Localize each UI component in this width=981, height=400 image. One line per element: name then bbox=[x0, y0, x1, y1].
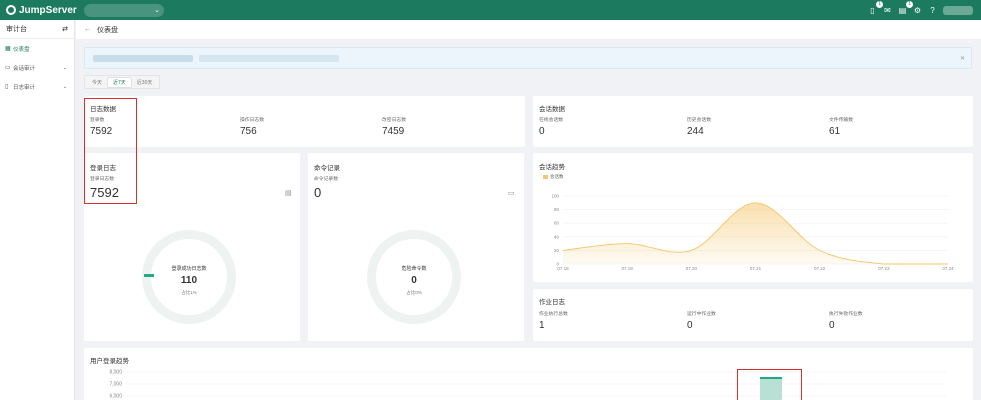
session-icon: ▭ bbox=[5, 65, 11, 71]
user-login-trend-card: 用户登录趋势 8,000 7,000 6,000 bbox=[84, 348, 973, 400]
stat-label: 作业执行总数 bbox=[539, 312, 568, 317]
log-data-card: 日志数据 登录数 7592 操作日志数 756 改密日志数 7459 bbox=[84, 96, 525, 147]
login-donut-chart: 登录成功日志数 110 占比1% bbox=[142, 230, 236, 324]
terminal-icon: ▭ bbox=[508, 190, 515, 197]
document-icon: ▤ bbox=[285, 190, 292, 197]
tab-7-days[interactable]: 近7天 bbox=[107, 76, 132, 88]
session-trend-chart: 10080604020007.18 07.19 07.20 07.21 07.22 07.… bbox=[551, 194, 954, 272]
series-area-session-count bbox=[563, 202, 948, 264]
donut-label: 登录成功日志数 bbox=[171, 266, 207, 272]
card-title: 命令记录 bbox=[314, 165, 340, 172]
ticket-badge: 1 bbox=[906, 0, 913, 8]
command-donut-chart: 危险命令数 0 占比0% bbox=[367, 230, 461, 324]
org-selector[interactable]: ⌄ bbox=[84, 3, 164, 17]
donut-value: 110 bbox=[180, 275, 198, 286]
mail-icon[interactable]: ✉ bbox=[883, 6, 892, 15]
stat-label: 文件传输数 bbox=[829, 118, 853, 123]
ticket-icon[interactable]: ▤ 1 bbox=[898, 0, 913, 15]
x-tick-label: 07.22 bbox=[814, 266, 826, 271]
logo-icon bbox=[6, 5, 16, 15]
back-arrow-icon[interactable]: ← bbox=[84, 26, 91, 33]
gear-icon[interactable]: ⚙ bbox=[913, 6, 922, 15]
chevron-down-icon: ⌄ bbox=[154, 7, 160, 14]
mobile-icon[interactable]: ▯ 1 bbox=[868, 0, 883, 15]
sidebar-item-log-audit[interactable]: ▯ 日志审计 ⌄ bbox=[0, 77, 74, 96]
announcement-banner: ✕ bbox=[84, 47, 972, 69]
y-tick-label: 100 bbox=[551, 194, 559, 199]
y-tick-label: 80 bbox=[554, 207, 560, 212]
sidebar-item-session-audit[interactable]: ▭ 会话审计 ⌄ bbox=[0, 58, 74, 77]
stat-value: 7459 bbox=[382, 126, 405, 137]
y-tick-label: 60 bbox=[554, 221, 560, 226]
user-login-trend-chart: 8,000 7,000 6,000 bbox=[109, 370, 946, 400]
command-log-card: 命令记录 命令记录数 0 ▭ 危险命令数 0 占比0% bbox=[308, 153, 524, 341]
blurred-text bbox=[199, 54, 339, 62]
sidebar-header: 审计台 ⇄ bbox=[0, 20, 74, 39]
stat-label: 历史会话数 bbox=[687, 118, 711, 123]
y-tick-label: 20 bbox=[554, 248, 560, 253]
stat-value: 0 bbox=[539, 126, 545, 137]
donut-value: 0 bbox=[411, 275, 417, 286]
page-title: 仪表盘 bbox=[97, 26, 118, 34]
session-trend-card: 会话趋势 会话数 100 80 60 40 20 0 07.18 07.19 07.20 07.2… bbox=[533, 153, 973, 282]
y-tick-label: 7,000 bbox=[109, 382, 122, 388]
stat-value: 1 bbox=[539, 320, 545, 331]
job-log-card: 作业日志 作业执行总数 1 运行中作业数 0 执行失败作业数 0 bbox=[533, 289, 973, 341]
session-data-card: 会话数据 在线会话数 0 历史会话数 244 文件传输数 61 bbox=[533, 96, 973, 147]
y-tick-label: 40 bbox=[554, 234, 560, 239]
stat-value: 0 bbox=[314, 185, 322, 200]
notification-badge: 1 bbox=[876, 0, 883, 8]
user-menu[interactable] bbox=[943, 5, 973, 15]
stat-value: 0 bbox=[829, 320, 835, 331]
top-navbar: JumpServer ⌄ ▯ 1 ✉ ▤ 1 ⚙ ? bbox=[0, 0, 981, 20]
time-range-tabs: 今天 近7天 近30天 bbox=[84, 75, 161, 89]
y-tick-label: 6,000 bbox=[109, 394, 122, 400]
y-tick-label: 8,000 bbox=[109, 370, 122, 376]
stat-label: 在线会话数 bbox=[539, 118, 563, 123]
donut-sub: 占比1% bbox=[181, 290, 197, 295]
stat-label: 命令记录数 bbox=[314, 177, 338, 182]
stat-value: 244 bbox=[687, 126, 704, 137]
stat-label: 改密日志数 bbox=[382, 118, 406, 123]
tab-today[interactable]: 今天 bbox=[87, 78, 107, 87]
stat-label: 操作日志数 bbox=[240, 118, 264, 123]
close-icon[interactable]: ✕ bbox=[960, 55, 965, 62]
blurred-text bbox=[93, 54, 193, 62]
chevron-down-icon: ⌄ bbox=[62, 64, 67, 71]
highlight-box bbox=[84, 98, 137, 204]
sidebar: 审计台 ⇄ ▦ 仪表盘 ▭ 会话审计 ⌄ ▯ 日志审计 ⌄ bbox=[0, 20, 75, 400]
donut-progress-arc bbox=[144, 274, 154, 277]
chevron-down-icon: ⌄ bbox=[62, 83, 67, 90]
log-icon: ▯ bbox=[5, 84, 9, 90]
card-title: 作业日志 bbox=[539, 299, 565, 306]
sidebar-item-dashboard[interactable]: ▦ 仪表盘 bbox=[0, 39, 74, 58]
breadcrumb: ← 仪表盘 bbox=[76, 20, 981, 39]
x-tick-label: 07.18 bbox=[557, 266, 569, 271]
brand-logo[interactable]: JumpServer bbox=[6, 5, 78, 16]
stat-label: 运行中作业数 bbox=[687, 312, 716, 317]
help-icon[interactable]: ? bbox=[928, 6, 937, 15]
x-tick-label: 07.21 bbox=[750, 266, 762, 271]
dashboard-icon: ▦ bbox=[5, 46, 11, 52]
x-tick-label: 07.24 bbox=[942, 266, 954, 271]
donut-label: 危险命令数 bbox=[401, 266, 427, 272]
x-tick-label: 07.20 bbox=[686, 266, 698, 271]
switch-icon[interactable]: ⇄ bbox=[62, 25, 68, 33]
highlight-box bbox=[737, 369, 802, 400]
donut-sub: 占比0% bbox=[406, 290, 422, 295]
x-tick-label: 07.19 bbox=[622, 266, 634, 271]
x-tick-label: 07.23 bbox=[878, 266, 890, 271]
tab-30-days[interactable]: 近30天 bbox=[132, 78, 158, 87]
card-title: 会话数据 bbox=[539, 106, 565, 113]
stat-value: 756 bbox=[240, 126, 257, 137]
sidebar-title: 审计台 bbox=[6, 26, 27, 33]
stat-label: 执行失败作业数 bbox=[829, 312, 863, 317]
stat-value: 0 bbox=[687, 320, 693, 331]
stat-value: 61 bbox=[829, 126, 841, 137]
